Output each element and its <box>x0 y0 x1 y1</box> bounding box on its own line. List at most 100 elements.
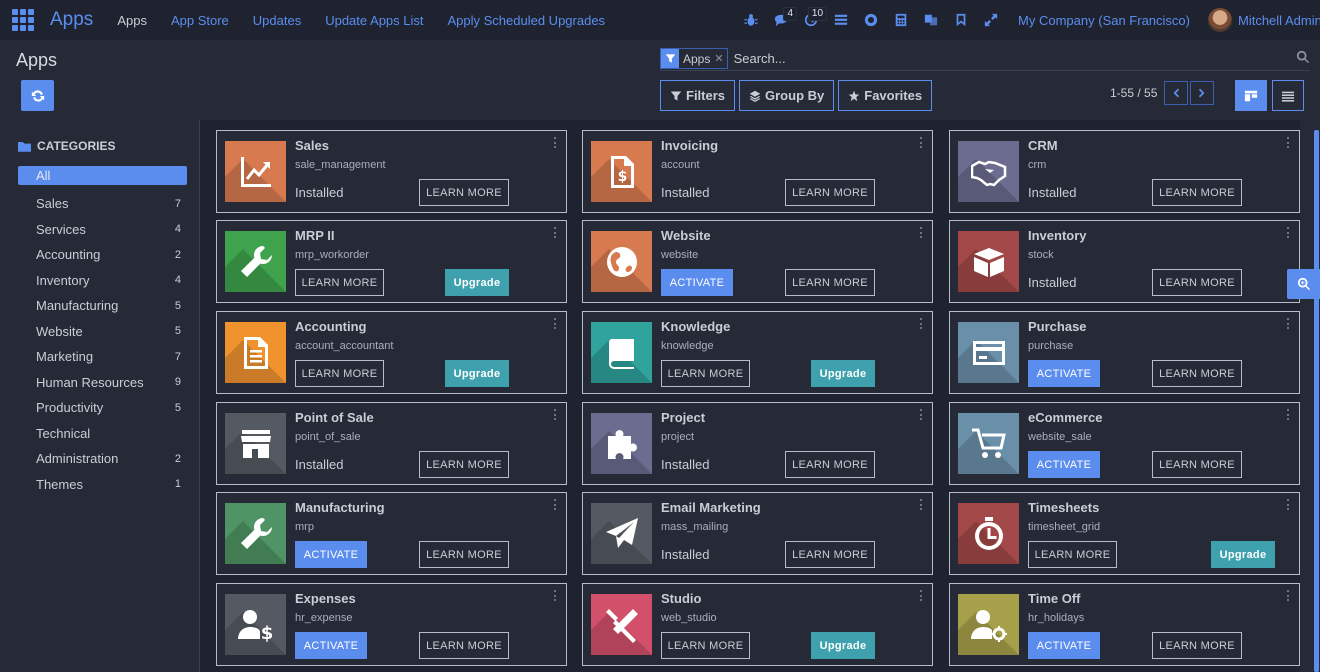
card-menu-icon[interactable] <box>1287 318 1290 329</box>
search-input[interactable] <box>733 51 1274 66</box>
app-card[interactable]: Time Off hr_holidays ACTIVATE LEARN MORE <box>949 583 1300 666</box>
card-menu-icon[interactable] <box>554 137 557 148</box>
card-menu-icon[interactable] <box>920 499 923 510</box>
card-menu-icon[interactable] <box>1287 409 1290 420</box>
upgrade-button[interactable]: Upgrade <box>811 632 875 659</box>
upgrade-button[interactable]: Upgrade <box>445 360 509 387</box>
card-menu-icon[interactable] <box>554 590 557 601</box>
app-card[interactable]: $ Expenses hr_expense ACTIVATE LEARN MORE <box>216 583 567 666</box>
sidebar-item-inventory[interactable]: Inventory 4 <box>18 268 187 294</box>
sidebar-item-sales[interactable]: Sales 7 <box>18 191 187 217</box>
app-card[interactable]: Website website ACTIVATE LEARN MORE <box>582 220 933 303</box>
sidebar-item-website[interactable]: Website 5 <box>18 319 187 345</box>
remove-facet-icon[interactable]: ✕ <box>714 52 726 65</box>
sidebar-item-human-resources[interactable]: Human Resources 9 <box>18 370 187 396</box>
learn-more-button[interactable]: LEARN MORE <box>295 269 384 296</box>
activate-button[interactable]: ACTIVATE <box>1028 632 1100 659</box>
scrollbar[interactable] <box>1313 120 1320 672</box>
learn-more-button[interactable]: LEARN MORE <box>419 541 509 568</box>
card-menu-icon[interactable] <box>920 590 923 601</box>
card-menu-icon[interactable] <box>554 227 557 238</box>
app-card[interactable]: eCommerce website_sale ACTIVATE LEARN MORE <box>949 402 1300 485</box>
learn-more-button[interactable]: LEARN MORE <box>1152 632 1242 659</box>
card-menu-icon[interactable] <box>1287 590 1290 601</box>
learn-more-button[interactable]: LEARN MORE <box>785 451 875 478</box>
learn-more-button[interactable]: LEARN MORE <box>419 451 509 478</box>
learn-more-button[interactable]: LEARN MORE <box>785 541 875 568</box>
activate-button[interactable]: ACTIVATE <box>1028 451 1100 478</box>
bug-icon[interactable] <box>736 0 766 40</box>
search-icon[interactable] <box>1296 50 1310 69</box>
upgrade-button[interactable]: Upgrade <box>445 269 509 296</box>
app-card[interactable]: Knowledge knowledge LEARN MORE Upgrade <box>582 311 933 394</box>
kanban-view-button[interactable] <box>1235 80 1267 111</box>
chat-icon[interactable]: 4 <box>766 0 798 40</box>
learn-more-button[interactable]: LEARN MORE <box>1152 269 1242 296</box>
sidebar-item-technical[interactable]: Technical <box>18 421 187 447</box>
app-card[interactable]: CRM crm Installed LEARN MORE <box>949 130 1300 213</box>
menu-item-apps[interactable]: Apps <box>117 13 147 28</box>
menu-item-app-store[interactable]: App Store <box>171 13 229 28</box>
app-brand[interactable]: Apps <box>50 9 93 31</box>
card-menu-icon[interactable] <box>920 318 923 329</box>
app-card[interactable]: MRP II mrp_workorder LEARN MORE Upgrade <box>216 220 567 303</box>
pager-value[interactable]: 1-55 / 55 <box>1110 86 1157 100</box>
app-card[interactable]: Point of Sale point_of_sale Installed LEARN… <box>216 402 567 485</box>
company-switcher[interactable]: My Company (San Francisco) <box>1018 13 1190 28</box>
learn-more-button[interactable]: LEARN MORE <box>661 360 750 387</box>
calculator-icon[interactable] <box>886 0 916 40</box>
clock-icon[interactable]: 10 <box>796 0 828 40</box>
lifebuoy-icon[interactable] <box>856 0 886 40</box>
app-card[interactable]: Timesheets timesheet_grid LEARN MORE Upgrad… <box>949 492 1300 575</box>
list-view-button[interactable] <box>1272 80 1304 111</box>
learn-more-button[interactable]: LEARN MORE <box>661 632 750 659</box>
zoom-button[interactable] <box>1287 269 1320 299</box>
learn-more-button[interactable]: LEARN MORE <box>419 632 509 659</box>
app-card[interactable]: Inventory stock Installed LEARN MORE <box>949 220 1300 303</box>
translate-icon[interactable] <box>916 0 946 40</box>
app-card[interactable]: Studio web_studio LEARN MORE Upgrade <box>582 583 933 666</box>
card-menu-icon[interactable] <box>1287 227 1290 238</box>
list-icon[interactable] <box>826 0 856 40</box>
refresh-button[interactable] <box>21 80 54 111</box>
upgrade-button[interactable]: Upgrade <box>811 360 875 387</box>
card-menu-icon[interactable] <box>554 409 557 420</box>
card-menu-icon[interactable] <box>1287 137 1290 148</box>
favorites-button[interactable]: Favorites <box>838 80 933 111</box>
menu-item-updates[interactable]: Updates <box>253 13 301 28</box>
card-menu-icon[interactable] <box>1287 499 1290 510</box>
card-menu-icon[interactable] <box>920 227 923 238</box>
card-menu-icon[interactable] <box>920 137 923 148</box>
sidebar-item-administration[interactable]: Administration 2 <box>18 446 187 472</box>
app-card[interactable]: Sales sale_management Installed LEARN MORE <box>216 130 567 213</box>
menu-item-update-apps-list[interactable]: Update Apps List <box>325 13 423 28</box>
scrollbar-thumb[interactable] <box>1314 130 1319 672</box>
app-card[interactable]: $ Invoicing account Installed LEARN MORE <box>582 130 933 213</box>
activate-button[interactable]: ACTIVATE <box>295 541 367 568</box>
sidebar-item-marketing[interactable]: Marketing 7 <box>18 344 187 370</box>
upgrade-button[interactable]: Upgrade <box>1211 541 1275 568</box>
app-switcher-icon[interactable] <box>11 8 35 32</box>
user-avatar[interactable] <box>1208 8 1232 32</box>
sidebar-item-all[interactable]: All <box>18 166 187 185</box>
sidebar-item-services[interactable]: Services 4 <box>18 217 187 243</box>
sidebar-item-productivity[interactable]: Productivity 5 <box>18 395 187 421</box>
app-card[interactable]: Accounting account_accountant LEARN MORE Up… <box>216 311 567 394</box>
bookmark-icon[interactable] <box>946 0 976 40</box>
app-card[interactable]: Email Marketing mass_mailing Installed LEAR… <box>582 492 933 575</box>
card-menu-icon[interactable] <box>554 499 557 510</box>
sidebar-item-themes[interactable]: Themes 1 <box>18 472 187 498</box>
group-by-button[interactable]: Group By <box>739 80 835 111</box>
activate-button[interactable]: ACTIVATE <box>1028 360 1100 387</box>
learn-more-button[interactable]: LEARN MORE <box>295 360 384 387</box>
card-menu-icon[interactable] <box>554 318 557 329</box>
pager-previous-button[interactable] <box>1164 80 1189 105</box>
expand-icon[interactable] <box>976 0 1006 40</box>
learn-more-button[interactable]: LEARN MORE <box>785 269 875 296</box>
learn-more-button[interactable]: LEARN MORE <box>419 179 509 206</box>
learn-more-button[interactable]: LEARN MORE <box>1152 360 1242 387</box>
learn-more-button[interactable]: LEARN MORE <box>1152 451 1242 478</box>
learn-more-button[interactable]: LEARN MORE <box>1152 179 1242 206</box>
app-card[interactable]: Manufacturing mrp ACTIVATE LEARN MORE <box>216 492 567 575</box>
activate-button[interactable]: ACTIVATE <box>295 632 367 659</box>
